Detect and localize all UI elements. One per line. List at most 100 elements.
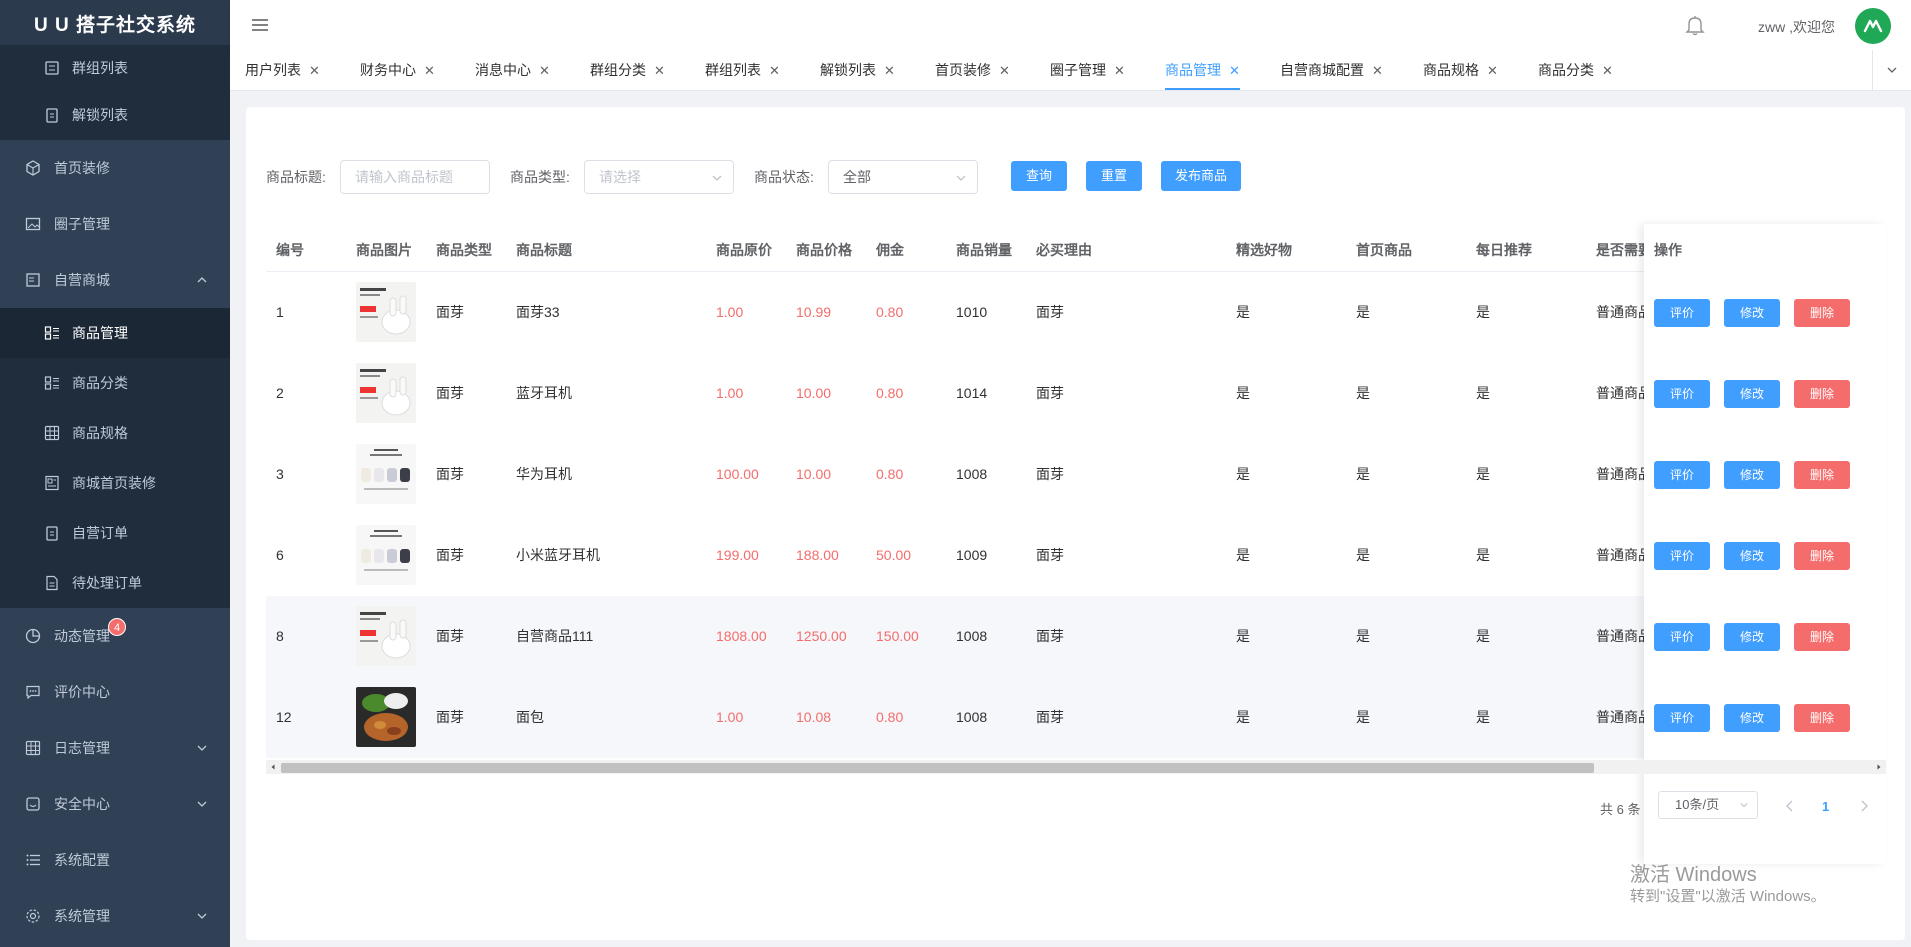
review-button[interactable]: 评价	[1654, 380, 1710, 408]
sidebar-item-self-orders[interactable]: 自营订单	[0, 508, 230, 558]
page-size-select[interactable]: 10条/页	[1658, 791, 1758, 819]
delete-button[interactable]: 删除	[1794, 623, 1850, 651]
status-select[interactable]: 全部	[828, 160, 978, 194]
col-header-price: 商品价格	[796, 242, 852, 258]
bell-icon[interactable]	[1684, 14, 1706, 36]
product-image[interactable]	[356, 606, 416, 666]
sidebar-item-system-management[interactable]: 系统管理	[0, 888, 230, 944]
tab-product-category[interactable]: 商品分类 ✕	[1538, 50, 1613, 90]
edit-button[interactable]: 修改	[1724, 623, 1780, 651]
product-image[interactable]	[356, 282, 416, 342]
review-button[interactable]: 评价	[1654, 542, 1710, 570]
sidebar-item-home-decoration[interactable]: 首页装修	[0, 140, 230, 196]
sidebar-item-pending-orders[interactable]: 待处理订单	[0, 558, 230, 608]
prev-page-icon[interactable]	[1784, 799, 1796, 813]
chevron-down-icon	[197, 801, 207, 807]
sidebar-item-log-management[interactable]: 日志管理	[0, 720, 230, 776]
close-icon[interactable]: ✕	[999, 63, 1010, 78]
close-icon[interactable]: ✕	[539, 63, 550, 78]
delete-button[interactable]: 删除	[1794, 704, 1850, 732]
col-header-commission: 佣金	[876, 242, 904, 258]
close-icon[interactable]: ✕	[1229, 63, 1240, 78]
cell-id: 1	[276, 304, 284, 320]
sidebar-item-mall-home-decoration[interactable]: 商城首页装修	[0, 458, 230, 508]
cell-type: 面芽	[436, 385, 464, 401]
sidebar-item-self-mall[interactable]: 自营商城	[0, 252, 230, 308]
tab-label: 群组分类	[590, 62, 646, 78]
tab-mall-config[interactable]: 自营商城配置 ✕	[1280, 50, 1383, 90]
scroll-left-icon[interactable]	[269, 763, 277, 771]
tab-product-spec[interactable]: 商品规格 ✕	[1423, 50, 1498, 90]
close-icon[interactable]: ✕	[654, 63, 665, 78]
scrollbar-thumb[interactable]	[281, 763, 1594, 773]
delete-button[interactable]: 删除	[1794, 299, 1850, 327]
reset-button[interactable]: 重置	[1086, 161, 1142, 191]
cell-id: 6	[276, 547, 284, 563]
chevron-up-icon	[197, 277, 207, 283]
close-icon[interactable]: ✕	[424, 63, 435, 78]
edit-button[interactable]: 修改	[1724, 461, 1780, 489]
edit-button[interactable]: 修改	[1724, 542, 1780, 570]
delete-button[interactable]: 删除	[1794, 542, 1850, 570]
tab-finance-center[interactable]: 财务中心 ✕	[360, 50, 435, 90]
product-image[interactable]	[356, 444, 416, 504]
product-image[interactable]	[356, 525, 416, 585]
sidebar-item-label: 首页装修	[54, 160, 110, 176]
sidebar-item-unlock-list[interactable]: 解锁列表	[0, 90, 230, 140]
avatar[interactable]	[1855, 8, 1891, 44]
close-icon[interactable]: ✕	[769, 63, 780, 78]
close-icon[interactable]: ✕	[309, 63, 320, 78]
next-page-icon[interactable]	[1858, 799, 1870, 813]
review-button[interactable]: 评价	[1654, 623, 1710, 651]
close-icon[interactable]: ✕	[1602, 63, 1613, 78]
scroll-right-icon[interactable]	[1875, 763, 1883, 771]
edit-button[interactable]: 修改	[1724, 380, 1780, 408]
sidebar-item-security-center[interactable]: 安全中心	[0, 776, 230, 832]
close-icon[interactable]: ✕	[884, 63, 895, 78]
publish-product-button[interactable]: 发布商品	[1161, 161, 1241, 191]
tabs-more-button[interactable]	[1872, 50, 1911, 90]
tab-product-management[interactable]: 商品管理 ✕	[1165, 50, 1240, 90]
sidebar-item-product-management[interactable]: 商品管理	[0, 308, 230, 358]
delete-button[interactable]: 删除	[1794, 461, 1850, 489]
tab-group-list[interactable]: 群组列表 ✕	[705, 50, 780, 90]
col-header-daily: 每日推荐	[1476, 242, 1532, 258]
review-button[interactable]: 评价	[1654, 461, 1710, 489]
sidebar-item-system-config[interactable]: 系统配置	[0, 832, 230, 888]
edit-button[interactable]: 修改	[1724, 299, 1780, 327]
close-icon[interactable]: ✕	[1372, 63, 1383, 78]
type-select[interactable]: 请选择	[584, 160, 734, 194]
sidebar-item-circle-management[interactable]: 圈子管理	[0, 196, 230, 252]
tab-user-list[interactable]: 用户列表 ✕	[245, 50, 320, 90]
sidebar-item-label: 商品分类	[72, 375, 128, 391]
pager-current-page[interactable]: 1	[1822, 799, 1829, 814]
review-button[interactable]: 评价	[1654, 299, 1710, 327]
tab-home-decoration[interactable]: 首页装修 ✕	[935, 50, 1010, 90]
product-image[interactable]	[356, 363, 416, 423]
sidebar-item-review-center[interactable]: 评价中心	[0, 664, 230, 720]
sidebar-item-label: 圈子管理	[54, 216, 110, 232]
product-image[interactable]	[356, 687, 416, 747]
horizontal-scrollbar[interactable]	[266, 760, 1886, 774]
tab-message-center[interactable]: 消息中心 ✕	[475, 50, 550, 90]
col-header-title: 商品标题	[516, 242, 572, 258]
sidebar-item-feed-management[interactable]: 动态管理 4	[0, 608, 230, 664]
title-search-input[interactable]: 请输入商品标题	[340, 160, 490, 194]
chevron-down-icon	[197, 745, 207, 751]
review-button[interactable]: 评价	[1654, 704, 1710, 732]
page-size-value: 10条/页	[1675, 797, 1720, 812]
query-button[interactable]: 查询	[1011, 161, 1067, 191]
tab-unlock-list[interactable]: 解锁列表 ✕	[820, 50, 895, 90]
delete-button[interactable]: 删除	[1794, 380, 1850, 408]
edit-button[interactable]: 修改	[1724, 704, 1780, 732]
sidebar-item-product-category[interactable]: 商品分类	[0, 358, 230, 408]
tab-group-category[interactable]: 群组分类 ✕	[590, 50, 665, 90]
col-header-id: 编号	[276, 242, 304, 258]
close-icon[interactable]: ✕	[1487, 63, 1498, 78]
tab-circle-management[interactable]: 圈子管理 ✕	[1050, 50, 1125, 90]
hamburger-icon[interactable]	[250, 15, 270, 35]
cell-daily: 是	[1476, 547, 1490, 563]
sidebar-item-product-spec[interactable]: 商品规格	[0, 408, 230, 458]
close-icon[interactable]: ✕	[1114, 63, 1125, 78]
cell-sales: 1008	[956, 466, 988, 482]
